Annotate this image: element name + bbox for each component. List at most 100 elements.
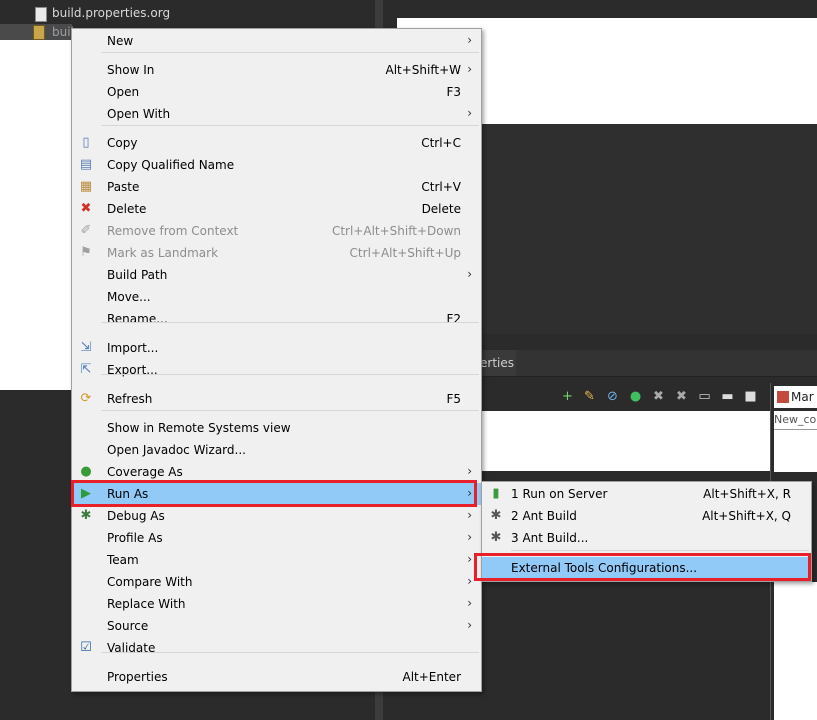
- menu-item-shortcut: F5: [446, 392, 461, 406]
- menu-item-copy-qualified-name[interactable]: ▤ Copy Qualified Name: [72, 154, 481, 176]
- menu-item-shortcut: Ctrl+Alt+Shift+Up: [349, 246, 461, 260]
- ant-icon: ✱: [490, 530, 502, 545]
- menu-item-new[interactable]: New ›: [72, 30, 481, 52]
- menu-item-profile-as[interactable]: Profile As ›: [72, 527, 481, 549]
- bottom-tabbar: [480, 350, 817, 377]
- run-as-submenu: ▮ 1 Run on Server Alt+Shift+X, R ✱ 2 Ant Bui…: [481, 481, 812, 582]
- explorer-file-row-selected[interactable]: buil: [0, 24, 74, 40]
- chevron-right-icon: ›: [467, 267, 472, 281]
- disconnect-icon[interactable]: ⊘: [605, 389, 620, 404]
- new-connection-icon[interactable]: +: [560, 389, 575, 404]
- menu-item-label: External Tools Configurations...: [511, 561, 698, 575]
- view-menu-icon[interactable]: ▭: [697, 389, 712, 404]
- chevron-right-icon: ›: [467, 552, 472, 566]
- maximize-icon[interactable]: ■: [743, 389, 758, 404]
- menu-item-shortcut: Alt+Shift+X, Q: [702, 509, 791, 523]
- menu-item-label: Run As: [107, 487, 149, 501]
- menu-item-1-run-on-server[interactable]: ▮ 1 Run on Server Alt+Shift+X, R: [482, 483, 811, 505]
- menu-item-label: Source: [107, 619, 149, 633]
- menu-item-compare-with[interactable]: Compare With ›: [72, 571, 481, 593]
- menu-item-replace-with[interactable]: Replace With ›: [72, 593, 481, 615]
- menu-item-label: Refresh: [107, 392, 153, 406]
- menu-item-move[interactable]: Move...: [72, 286, 481, 308]
- remove-all-icon[interactable]: ✖: [674, 389, 689, 404]
- menu-item-import[interactable]: ⇲ Import...: [72, 337, 481, 359]
- chevron-right-icon: ›: [467, 618, 472, 632]
- play-icon[interactable]: ●: [628, 389, 643, 404]
- chevron-right-icon: ›: [467, 106, 472, 120]
- remove-icon[interactable]: ✖: [651, 389, 666, 404]
- tab-properties[interactable]: erties: [480, 350, 516, 376]
- menu-item-shortcut: F3: [446, 85, 461, 99]
- menu-item-copy[interactable]: ▯ Copy Ctrl+C: [72, 132, 481, 154]
- chevron-right-icon: ›: [467, 33, 472, 47]
- ant-icon: ✱: [490, 508, 502, 523]
- menu-item-open-javadoc-wizard[interactable]: Open Javadoc Wizard...: [72, 439, 481, 461]
- chevron-right-icon: ›: [467, 62, 472, 76]
- file-icon: [33, 25, 45, 40]
- menu-item-show-in-remote-systems-view[interactable]: Show in Remote Systems view: [72, 417, 481, 439]
- menu-item-label: Profile As: [107, 531, 163, 545]
- menu-item-label: Show in Remote Systems view: [107, 421, 291, 435]
- menu-item-paste[interactable]: ▦ Paste Ctrl+V: [72, 176, 481, 198]
- refresh-icon: ⟳: [80, 391, 92, 406]
- menu-item-label: Mark as Landmark: [107, 246, 219, 260]
- menu-item-label: Rename...: [107, 312, 168, 326]
- menu-item-coverage-as[interactable]: ● Coverage As ›: [72, 461, 481, 483]
- chevron-right-icon: ›: [467, 596, 472, 610]
- menu-item-validate[interactable]: ☑ Validate: [72, 637, 481, 659]
- menu-item-shortcut: F2: [446, 312, 461, 326]
- pencil-icon[interactable]: ✎: [582, 389, 597, 404]
- menu-item-refresh[interactable]: ⟳ Refresh F5: [72, 388, 481, 410]
- menu-item-label: Coverage As: [107, 465, 183, 479]
- tab-markers[interactable]: Mar: [774, 386, 817, 408]
- menu-item-mark-as-landmark[interactable]: ⚑ Mark as Landmark Ctrl+Alt+Shift+Up: [72, 242, 481, 264]
- menu-item-label: Copy: [107, 136, 138, 150]
- chevron-right-icon: ›: [467, 464, 472, 478]
- menu-item-show-in[interactable]: Show In Alt+Shift+W ›: [72, 59, 481, 81]
- menu-item-remove-from-context[interactable]: ✐ Remove from Context Ctrl+Alt+Shift+Down: [72, 220, 481, 242]
- menu-item-open[interactable]: Open F3: [72, 81, 481, 103]
- editor-dark-area: [480, 124, 817, 334]
- checkbox-checked-icon: ☑: [80, 640, 92, 655]
- explorer-file-row[interactable]: build.properties.org: [35, 6, 170, 22]
- delete-icon: ✖: [80, 201, 92, 216]
- bottom-content: [480, 411, 770, 471]
- menu-item-external-tools-configurations[interactable]: External Tools Configurations...: [482, 557, 811, 579]
- chevron-right-icon: ›: [467, 530, 472, 544]
- menu-item-label: Build Path: [107, 268, 168, 282]
- menu-item-3-ant-build[interactable]: ✱ 3 Ant Build...: [482, 527, 811, 549]
- tab-markers-label: Mar: [791, 390, 814, 404]
- minimize-icon[interactable]: ▬: [720, 389, 735, 404]
- menu-item-delete[interactable]: ✖ Delete Delete: [72, 198, 481, 220]
- menu-item-debug-as[interactable]: ✱ Debug As ›: [72, 505, 481, 527]
- menu-item-label: Debug As: [107, 509, 165, 523]
- menu-item-shortcut: Alt+Shift+W: [385, 63, 462, 77]
- menu-item-build-path[interactable]: Build Path ›: [72, 264, 481, 286]
- menu-item-shortcut: Ctrl+V: [421, 180, 461, 194]
- menu-item-run-as[interactable]: ▶ Run As ›: [72, 483, 481, 505]
- menu-item-shortcut: Alt+Enter: [402, 670, 461, 684]
- menu-item-shortcut: Ctrl+Alt+Shift+Down: [331, 224, 461, 238]
- menu-separator: [101, 410, 479, 411]
- menu-separator: [101, 322, 479, 323]
- menu-item-rename[interactable]: Rename... F2: [72, 308, 481, 330]
- file-icon: [35, 7, 47, 22]
- menu-item-label: Import...: [107, 341, 159, 355]
- right-field: New_co: [774, 411, 817, 430]
- markers-icon: [777, 391, 789, 403]
- menu-item-2-ant-build[interactable]: ✱ 2 Ant Build Alt+Shift+X, Q: [482, 505, 811, 527]
- chevron-right-icon: ›: [467, 574, 472, 588]
- menu-item-shortcut: Alt+Shift+X, R: [703, 487, 791, 501]
- menu-item-properties[interactable]: Properties Alt+Enter: [72, 666, 481, 688]
- menu-item-label: 2 Ant Build: [511, 509, 577, 523]
- menu-item-team[interactable]: Team ›: [72, 549, 481, 571]
- menu-item-label: Open: [107, 85, 140, 99]
- menu-item-label: Compare With: [107, 575, 193, 589]
- menu-item-label: New: [107, 34, 134, 48]
- explorer-blank-area: [0, 40, 72, 390]
- menu-item-source[interactable]: Source ›: [72, 615, 481, 637]
- menu-item-export[interactable]: ⇱ Export...: [72, 359, 481, 381]
- menu-item-label: Paste: [107, 180, 140, 194]
- menu-item-open-with[interactable]: Open With ›: [72, 103, 481, 125]
